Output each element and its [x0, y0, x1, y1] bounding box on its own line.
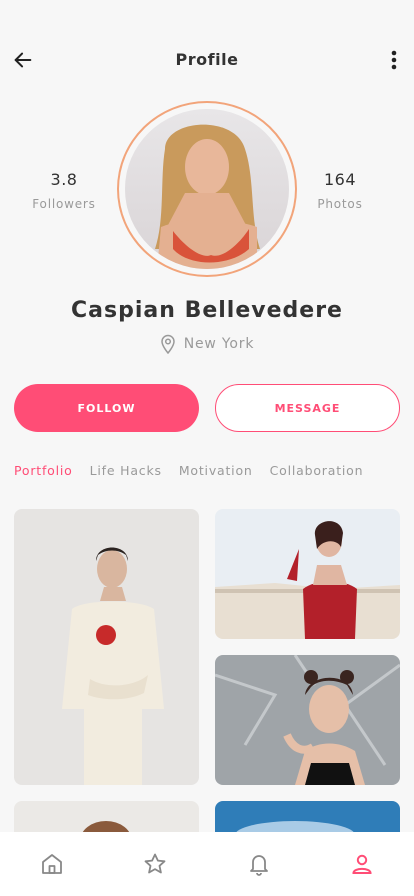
photos-count: 164 — [323, 170, 357, 189]
portfolio-photo[interactable] — [215, 655, 400, 785]
more-options-button[interactable] — [384, 49, 404, 71]
location-row: New York — [0, 334, 414, 354]
followers-label: Followers — [32, 197, 96, 211]
profile-name: Caspian Bellevedere — [71, 298, 343, 323]
nav-profile[interactable] — [342, 844, 382, 884]
followers-count: 3.8 — [50, 170, 78, 189]
follow-button[interactable]: FOLLOW — [14, 384, 199, 432]
portfolio-photo[interactable] — [14, 509, 199, 785]
nav-home[interactable] — [32, 844, 72, 884]
bottom-nav — [0, 832, 414, 896]
tab-motivation[interactable]: Motivation — [179, 463, 253, 478]
page-title: Profile — [175, 50, 239, 69]
avatar-photo — [125, 109, 289, 269]
message-button[interactable]: MESSAGE — [215, 384, 400, 432]
home-icon — [41, 854, 62, 874]
location-text: New York — [183, 336, 255, 352]
tab-life-hacks[interactable]: Life Hacks — [90, 463, 162, 478]
photo-image — [14, 509, 199, 785]
bell-icon — [249, 855, 268, 876]
photo-image — [215, 655, 400, 785]
photos-stat[interactable]: 164 Photos — [295, 170, 385, 211]
photos-label: Photos — [317, 197, 363, 211]
map-pin-icon — [160, 334, 175, 354]
more-vertical-icon — [391, 50, 397, 70]
photo-image — [215, 509, 400, 639]
portfolio-photo[interactable] — [215, 509, 400, 639]
avatar[interactable] — [125, 109, 289, 269]
tab-portfolio[interactable]: Portfolio — [14, 463, 73, 478]
user-icon — [352, 854, 372, 874]
star-icon — [144, 853, 166, 874]
category-tabs: Portfolio Life Hacks Motivation Collabor… — [14, 463, 363, 478]
tab-collaboration[interactable]: Collaboration — [270, 463, 364, 478]
nav-favorites[interactable] — [135, 844, 175, 884]
followers-stat[interactable]: 3.8 Followers — [19, 170, 109, 211]
nav-notifications[interactable] — [239, 844, 279, 884]
